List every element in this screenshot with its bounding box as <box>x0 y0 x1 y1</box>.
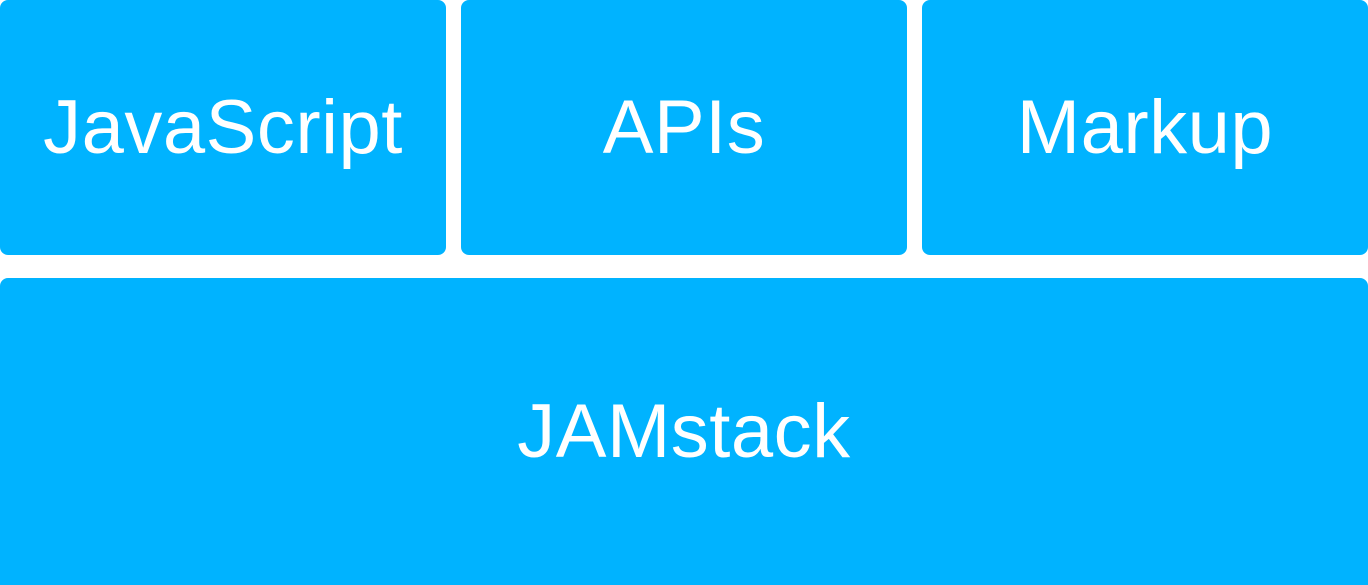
apis-label: APIs <box>602 84 766 170</box>
markup-block: Markup <box>922 0 1368 255</box>
jamstack-block: JAMstack <box>0 278 1368 585</box>
jamstack-label: JAMstack <box>517 388 851 474</box>
javascript-label: JavaScript <box>43 84 403 170</box>
jamstack-diagram: JavaScript APIs Markup JAMstack <box>0 0 1368 585</box>
apis-block: APIs <box>461 0 907 255</box>
javascript-block: JavaScript <box>0 0 446 255</box>
markup-label: Markup <box>1016 84 1274 170</box>
